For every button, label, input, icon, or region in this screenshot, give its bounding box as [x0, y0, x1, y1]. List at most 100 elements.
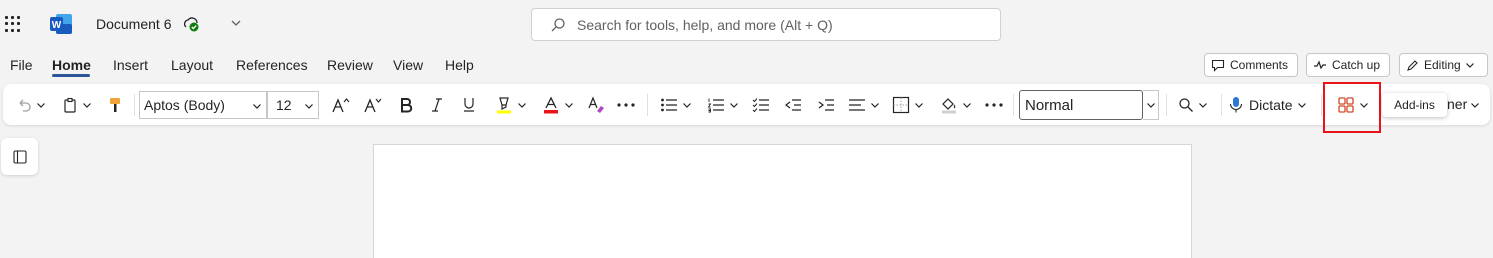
paste-button[interactable]	[59, 84, 95, 125]
tab-layout[interactable]: Layout	[171, 57, 213, 73]
bold-icon	[401, 97, 413, 112]
search-icon	[551, 18, 565, 32]
style-name-value: Normal	[1025, 96, 1074, 114]
font-size-combobox[interactable]: 12	[267, 91, 319, 119]
designer-label-partial[interactable]: ner	[1447, 96, 1467, 112]
tab-review[interactable]: Review	[327, 57, 373, 73]
font-color-button[interactable]	[538, 84, 578, 125]
numbering-button[interactable]	[704, 84, 742, 125]
align-button[interactable]	[845, 84, 883, 125]
undo-button[interactable]	[13, 84, 49, 125]
numbering-icon	[707, 98, 724, 112]
chevron-down-icon	[1471, 102, 1479, 108]
highlight-icon	[497, 96, 511, 113]
chevron-down-icon	[963, 102, 971, 108]
search-placeholder: Search for tools, help, and more (Alt + …	[577, 17, 833, 33]
chevron-down-icon	[518, 102, 526, 108]
comments-label: Comments	[1230, 58, 1289, 72]
designer-dropdown[interactable]	[1465, 84, 1485, 125]
more-icon	[617, 102, 635, 107]
font-color-icon	[544, 96, 558, 113]
catch-up-button[interactable]: Catch up	[1306, 53, 1390, 77]
more-font-options-button[interactable]	[614, 84, 638, 125]
font-name-combobox[interactable]: Aptos (Body)	[139, 91, 267, 119]
italic-icon	[432, 97, 442, 112]
clear-formatting-button[interactable]	[585, 84, 607, 125]
italic-button[interactable]	[426, 84, 448, 125]
more-paragraph-options-button[interactable]	[982, 84, 1006, 125]
borders-icon	[892, 96, 910, 113]
tab-home[interactable]: Home	[52, 57, 91, 73]
paste-icon	[64, 97, 76, 113]
ribbon-separator	[1321, 94, 1322, 116]
dictate-button[interactable]: Dictate	[1229, 84, 1315, 125]
chevron-down-icon	[683, 102, 691, 108]
chevron-down-icon	[1465, 63, 1474, 68]
activity-icon	[1314, 60, 1326, 70]
styles-dropdown-button[interactable]	[1143, 90, 1159, 120]
catch-up-label: Catch up	[1332, 58, 1381, 72]
styles-combobox[interactable]: Normal	[1019, 90, 1143, 120]
decrease-indent-button[interactable]	[781, 84, 805, 125]
ribbon-separator	[647, 94, 648, 116]
checklist-button[interactable]	[749, 84, 773, 125]
tab-insert[interactable]: Insert	[113, 57, 148, 73]
checklist-icon	[752, 97, 769, 112]
chevron-down-icon	[915, 102, 923, 108]
chevron-down-icon	[565, 102, 573, 108]
search-box[interactable]: Search for tools, help, and more (Alt + …	[531, 8, 1001, 41]
document-page[interactable]	[373, 144, 1192, 258]
word-logo-icon[interactable]: W	[50, 14, 72, 34]
chevron-down-icon	[1199, 102, 1207, 108]
tab-help[interactable]: Help	[445, 57, 474, 73]
ribbon-separator	[1013, 94, 1014, 116]
shading-icon	[942, 97, 956, 113]
highlight-color-button[interactable]	[491, 84, 531, 125]
find-button[interactable]	[1173, 84, 1213, 125]
document-title[interactable]: Document 6	[96, 16, 171, 32]
bold-button[interactable]	[395, 84, 417, 125]
chevron-down-icon[interactable]	[230, 17, 242, 29]
shading-button[interactable]	[936, 84, 976, 125]
cloud-saved-icon[interactable]	[182, 16, 200, 32]
navigation-pane-icon	[12, 149, 27, 164]
comments-button[interactable]: Comments	[1204, 53, 1298, 77]
chevron-down-icon	[37, 102, 45, 108]
microphone-icon	[1229, 96, 1243, 112]
font-name-value: Aptos (Body)	[144, 97, 225, 113]
navigation-pane-button[interactable]	[1, 138, 38, 175]
active-tab-indicator	[52, 74, 90, 77]
editing-mode-button[interactable]: Editing	[1399, 53, 1488, 77]
grow-font-button[interactable]	[329, 84, 353, 125]
borders-button[interactable]	[889, 84, 927, 125]
tab-view[interactable]: View	[393, 57, 423, 73]
more-icon	[985, 102, 1003, 107]
word-logo-letter: W	[52, 20, 62, 31]
bullets-button[interactable]	[657, 84, 695, 125]
comment-icon	[1211, 59, 1225, 72]
align-icon	[849, 98, 865, 111]
grow-font-icon	[332, 97, 350, 112]
add-ins-tooltip: Add-ins	[1382, 93, 1447, 117]
chevron-down-icon	[1146, 103, 1155, 108]
tab-references[interactable]: References	[236, 57, 308, 73]
font-size-value: 12	[276, 97, 292, 113]
shrink-font-button[interactable]	[361, 84, 385, 125]
ribbon-separator	[1166, 94, 1167, 116]
chevron-down-icon[interactable]	[252, 101, 262, 111]
undo-icon	[19, 99, 31, 112]
increase-indent-button[interactable]	[814, 84, 838, 125]
format-painter-button[interactable]	[104, 84, 126, 125]
tab-file[interactable]: File	[10, 57, 33, 73]
dictate-label: Dictate	[1249, 96, 1293, 113]
shrink-font-icon	[364, 97, 382, 112]
underline-button[interactable]	[458, 84, 480, 125]
increase-indent-icon	[818, 98, 834, 111]
chevron-down-icon	[871, 102, 879, 108]
format-painter-icon	[110, 97, 120, 112]
ribbon-toolbar: Aptos (Body) 12 Normal Dictate	[3, 84, 1490, 125]
chevron-down-icon[interactable]	[304, 101, 314, 111]
bullets-icon	[661, 98, 677, 111]
app-launcher-icon[interactable]	[5, 16, 21, 32]
chevron-down-icon	[1297, 102, 1306, 108]
